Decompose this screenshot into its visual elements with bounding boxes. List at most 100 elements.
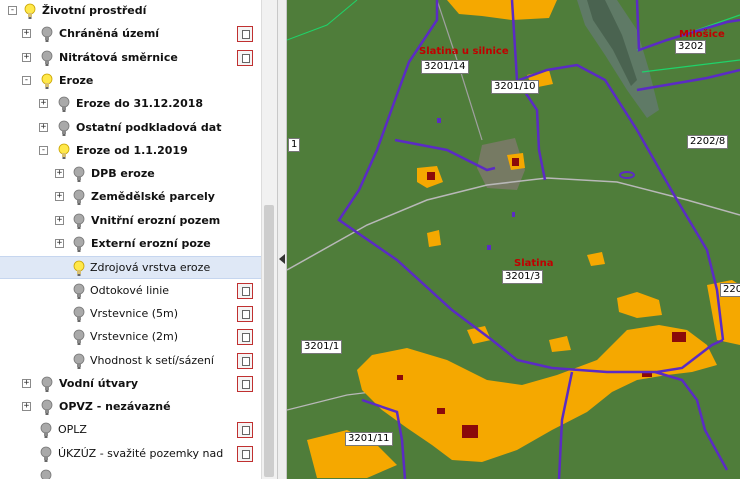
layer-label: Vrstevnice (2m) <box>90 330 179 344</box>
lightbulb-off-icon[interactable] <box>73 306 85 323</box>
collapse-icon[interactable]: - <box>22 75 31 85</box>
layer-label: Ostatní podkladová dat <box>76 120 222 134</box>
layer-label: OPVZ - nezávazné <box>59 400 171 414</box>
parcel-label: 3202 <box>675 40 707 54</box>
layer-row[interactable]: - Životní prostředí <box>0 0 261 23</box>
lightbulb-off-icon[interactable] <box>41 26 53 43</box>
map-view[interactable]: Slatina u silnice Slatina Milošice 3201/… <box>287 0 740 479</box>
layer-row[interactable]: + Chráněná území <box>0 23 261 46</box>
layer-row[interactable]: - Eroze <box>0 70 261 93</box>
lightbulb-off-icon[interactable] <box>73 329 85 346</box>
legend-icon[interactable] <box>237 305 253 322</box>
layer-row[interactable]: + Eroze do 31.12.2018 <box>0 93 261 116</box>
legend-icon[interactable] <box>237 282 253 299</box>
panel-splitter[interactable] <box>277 0 287 479</box>
lightbulb-off-icon[interactable] <box>73 236 85 253</box>
layer-row[interactable]: + DPB eroze <box>0 163 261 186</box>
place-label: Slatina <box>514 258 554 269</box>
lightbulb-off-icon[interactable] <box>73 166 85 183</box>
layer-row[interactable]: + Vodní útvary <box>0 373 261 396</box>
layer-row[interactable]: + Vnitřní erozní pozem <box>0 210 261 233</box>
layer-label: Vrstevnice (5m) <box>90 306 179 320</box>
collapse-icon[interactable]: - <box>8 6 17 15</box>
parcel-label: 3201/3 <box>502 270 544 284</box>
legend-icon[interactable] <box>237 445 253 462</box>
legend-icon[interactable] <box>237 26 253 43</box>
lightbulb-off-icon[interactable] <box>73 213 85 230</box>
expand-icon[interactable]: + <box>55 239 64 248</box>
layer-row[interactable]: Vhodnost k setí/sázení <box>0 350 261 373</box>
layer-label: Nitrátová směrnice <box>59 50 178 64</box>
collapse-arrow-icon[interactable] <box>279 254 285 264</box>
lightbulb-on-icon[interactable] <box>73 260 85 277</box>
expand-icon[interactable]: + <box>22 402 31 412</box>
lightbulb-off-icon[interactable] <box>58 120 70 137</box>
layer-label: OPLZ <box>58 423 87 437</box>
erosion-area <box>427 230 441 247</box>
lightbulb-off-icon[interactable] <box>58 96 70 113</box>
parcel-label: 3201/10 <box>491 80 539 94</box>
layer-row[interactable]: ÚKZÚZ - svažité pozemky nad <box>0 443 261 466</box>
expand-icon[interactable]: + <box>22 378 31 388</box>
layer-label: Eroze od 1.1.2019 <box>76 143 188 157</box>
lightbulb-off-icon[interactable] <box>73 353 85 370</box>
point-marker <box>437 118 441 123</box>
layer-row[interactable]: + OPVZ - nezávazné <box>0 396 261 419</box>
layer-label: Životní prostředí <box>42 4 147 17</box>
point-marker <box>487 245 491 250</box>
parcel-label: 220 <box>720 283 740 297</box>
legend-icon[interactable] <box>237 49 253 66</box>
expand-icon[interactable]: + <box>55 169 64 179</box>
layer-tree-scrollbar[interactable] <box>261 0 277 479</box>
layer-row[interactable]: + Ostatní podkladová dat <box>0 117 261 140</box>
lightbulb-off-icon[interactable] <box>41 50 53 67</box>
layer-label: Externí erozní poze <box>91 237 211 250</box>
layer-label: DPB eroze <box>91 167 155 181</box>
layer-row[interactable]: Odtokové linie <box>0 280 261 303</box>
layer-row[interactable]: OPLZ <box>0 419 261 442</box>
layer-row[interactable]: + Nitrátová směrnice <box>0 47 261 70</box>
layer-row[interactable]: + Externí erozní poze <box>0 233 261 256</box>
collapse-icon[interactable]: - <box>39 145 48 155</box>
expand-icon[interactable]: + <box>39 99 48 109</box>
layer-row[interactable]: + Zemědělské parcely <box>0 186 261 209</box>
scrollbar-thumb[interactable] <box>264 205 274 477</box>
lightbulb-off-icon[interactable] <box>73 189 85 206</box>
lightbulb-on-icon[interactable] <box>24 3 36 20</box>
expand-icon[interactable]: + <box>55 215 64 225</box>
expand-icon[interactable]: + <box>22 52 31 62</box>
erosion-extreme <box>437 408 445 414</box>
lightbulb-off-icon[interactable] <box>40 446 52 463</box>
legend-icon[interactable] <box>237 352 253 369</box>
legend-icon[interactable] <box>237 375 253 392</box>
expand-icon[interactable]: + <box>55 192 64 202</box>
erosion-extreme <box>672 332 686 342</box>
expand-icon[interactable]: + <box>39 122 48 132</box>
layer-label: Odtokové linie <box>90 283 170 297</box>
layer-label: Eroze <box>59 73 94 87</box>
legend-icon[interactable] <box>237 422 253 439</box>
lightbulb-off-icon[interactable] <box>40 469 52 479</box>
layer-row[interactable]: Zdrojová vrstva eroze <box>0 256 261 280</box>
layer-row[interactable]: Vrstevnice (2m) <box>0 326 261 349</box>
erosion-extreme <box>397 375 403 380</box>
erosion-extreme <box>462 425 478 438</box>
layer-label: Vhodnost k setí/sázení <box>90 353 214 367</box>
parcel-label: 1 <box>288 138 301 152</box>
place-label: Milošice <box>679 29 725 40</box>
layer-label: Vodní útvary <box>59 376 139 390</box>
legend-icon[interactable] <box>237 329 253 346</box>
layer-row[interactable]: Vrstevnice (5m) <box>0 303 261 326</box>
lightbulb-off-icon[interactable] <box>41 399 53 416</box>
lightbulb-off-icon[interactable] <box>41 376 53 393</box>
layer-row[interactable] <box>0 466 261 479</box>
layer-label: ÚKZÚZ - svažité pozemky nad <box>58 446 224 460</box>
lightbulb-on-icon[interactable] <box>41 73 53 90</box>
lightbulb-off-icon[interactable] <box>73 283 85 300</box>
lightbulb-off-icon[interactable] <box>40 422 52 439</box>
expand-icon[interactable]: + <box>22 29 31 39</box>
map-canvas[interactable] <box>287 0 740 479</box>
layer-row[interactable]: - Eroze od 1.1.2019 <box>0 140 261 163</box>
parcel-label: 3201/14 <box>421 60 469 74</box>
lightbulb-on-icon[interactable] <box>58 143 70 160</box>
